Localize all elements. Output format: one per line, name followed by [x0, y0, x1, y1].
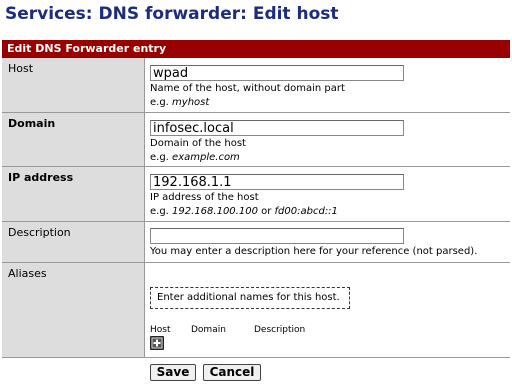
ip-row: IP address IP address of the host e.g. 1… [2, 167, 510, 222]
domain-field-cell: Domain of the host e.g. example.com [145, 113, 510, 166]
domain-row: Domain Domain of the host e.g. example.c… [2, 113, 510, 167]
domain-example-prefix: e.g. [150, 152, 173, 163]
description-input[interactable] [150, 228, 404, 244]
ip-label: IP address [2, 167, 145, 221]
host-input[interactable] [150, 65, 404, 81]
domain-label: Domain [2, 113, 145, 166]
alias-col-domain: Domain [191, 325, 226, 335]
host-example-prefix: e.g. [150, 97, 173, 108]
alias-col-description: Description [254, 325, 306, 335]
host-example-value: myhost [172, 97, 210, 108]
ip-example-or: or [257, 206, 275, 217]
ip-example: e.g. 192.168.100.100 or fd00:abcd::1 [150, 205, 505, 218]
aliases-label: Aliases [2, 263, 145, 357]
domain-example-value: example.com [172, 152, 240, 163]
ip-example-a: 192.168.100.100 [172, 206, 258, 217]
domain-example: e.g. example.com [150, 151, 505, 164]
description-field-cell: You may enter a description here for you… [145, 222, 510, 262]
description-label: Description [2, 222, 145, 262]
ip-field-cell: IP address of the host e.g. 192.168.100.… [145, 167, 510, 221]
description-row: Description You may enter a description … [2, 222, 510, 263]
ip-input[interactable] [150, 174, 404, 190]
host-field-cell: Name of the host, without domain part e.… [145, 58, 510, 112]
host-row: Host Name of the host, without domain pa… [2, 58, 510, 113]
host-example: e.g. myhost [150, 96, 505, 109]
aliases-info-box: Enter additional names for this host. [150, 287, 350, 309]
domain-input[interactable] [150, 120, 404, 136]
add-alias-button[interactable] [150, 336, 164, 350]
save-button[interactable]: Save [150, 364, 196, 381]
ip-help: IP address of the host [150, 192, 259, 203]
plus-icon [151, 337, 163, 349]
page-title: Services: DNS forwarder: Edit host [5, 4, 339, 24]
aliases-row: Aliases [2, 263, 510, 358]
host-help: Name of the host, without domain part [150, 83, 345, 94]
host-label: Host [2, 58, 145, 112]
cancel-button[interactable]: Cancel [203, 364, 261, 381]
ip-example-b: fd00:abcd::1 [274, 206, 338, 217]
ip-example-prefix: e.g. [150, 206, 173, 217]
domain-help: Domain of the host [150, 138, 246, 149]
section-header: Edit DNS Forwarder entry [2, 40, 510, 58]
alias-col-host: Host [150, 325, 171, 335]
description-help: You may enter a description here for you… [150, 246, 478, 257]
